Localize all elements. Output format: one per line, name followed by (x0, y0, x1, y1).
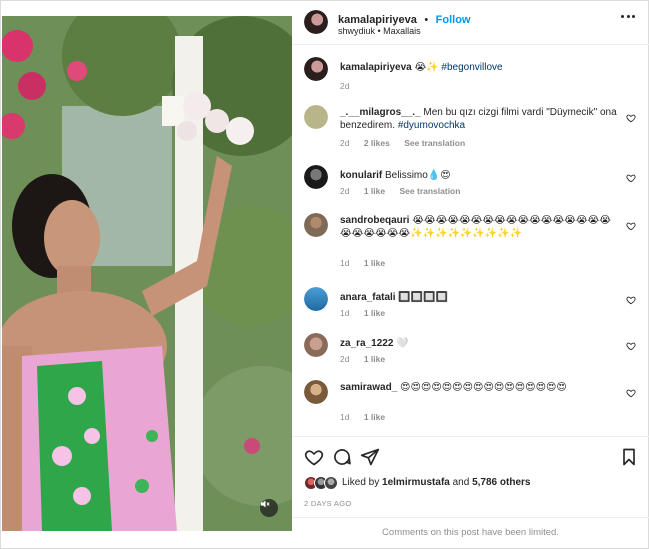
comment-avatar[interactable] (304, 333, 328, 357)
comment-likes[interactable]: 1 like (364, 308, 385, 318)
caption-time[interactable]: 2d (340, 81, 349, 91)
mute-button[interactable] (260, 499, 278, 517)
comment-username[interactable]: anara_fatali (340, 292, 396, 303)
comment-text: anara_fatali 🔲🔲🔲🔲 (340, 291, 622, 304)
liked-by-user[interactable]: 1elmirmustafa (382, 477, 450, 488)
comment-body: 😍😍😍😍😍😍😍😍😍😍😍😍😍😍😍😍 (400, 382, 567, 393)
comment-likes[interactable]: 1 like (364, 186, 385, 196)
comment-like-heart-icon[interactable] (626, 388, 636, 398)
comment-meta: 2d 1 like (340, 354, 397, 364)
comment-username[interactable]: konularif (340, 170, 382, 181)
comment-like-heart-icon[interactable] (626, 341, 636, 351)
post-header: kamalapiriyeva • Follow shwydiuk • Maxal… (292, 1, 649, 45)
likes-and-label: and (452, 477, 470, 488)
more-options-icon[interactable] (621, 15, 635, 21)
comment-like-heart-icon[interactable] (626, 221, 636, 231)
post-dialog: kamalapiriyeva • Follow shwydiuk • Maxal… (0, 0, 649, 549)
post-details-panel: kamalapiriyeva • Follow shwydiuk • Maxal… (292, 1, 649, 549)
comment-like-heart-icon[interactable] (626, 295, 636, 305)
comment-username[interactable]: za_ra_1222 (340, 338, 393, 349)
post-timestamp[interactable]: 2 DAYS AGO (304, 499, 351, 508)
caption-hashtag[interactable]: #begonvillove (441, 62, 502, 73)
like-heart-icon[interactable] (304, 447, 324, 467)
comment-meta: 1d 1 like (340, 412, 397, 422)
comment-avatar[interactable] (304, 165, 328, 189)
post-location[interactable]: shwydiuk • Maxallais (338, 26, 421, 36)
see-translation-link[interactable]: See translation (404, 138, 465, 148)
comment-time[interactable]: 2d (340, 186, 349, 196)
comment-meta: 1d 1 like (340, 308, 397, 318)
caption-text: kamalapiriyeva 😭✨ #begonvillove (340, 61, 622, 74)
comment-avatar[interactable] (304, 213, 328, 237)
likes-count[interactable]: 5,786 others (472, 477, 530, 488)
comment-text: _.__milagros__._ Men bu qızı cizgi filmi… (340, 106, 622, 132)
comment-item: sandrobeqauri 😭😭😭😭😭😭😭😭😭😭😭😭😭😭😭😭😭😭😭😭😭😭😭✨✨✨… (304, 213, 644, 273)
comment-like-heart-icon[interactable] (626, 113, 636, 123)
comment-likes[interactable]: 1 like (364, 412, 385, 422)
comment-bubble-icon[interactable] (332, 447, 352, 467)
speaker-muted-icon (261, 500, 270, 508)
comments-limited-notice: Comments on this post have been limited. (292, 517, 649, 549)
comment-item: anara_fatali 🔲🔲🔲🔲 1d 1 like (304, 287, 644, 327)
comment-time[interactable]: 2d (340, 138, 349, 148)
liked-by-label: Liked by (342, 477, 380, 488)
author-username[interactable]: kamalapiriyeva (338, 14, 417, 26)
comment-body: 🤍 (396, 338, 409, 349)
comment-text: sandrobeqauri 😭😭😭😭😭😭😭😭😭😭😭😭😭😭😭😭😭😭😭😭😭😭😭✨✨✨… (340, 214, 622, 240)
comment-item: za_ra_1222 🤍 2d 1 like (304, 333, 644, 373)
comment-item: konularif Belissimo💧😍 2d 1 like See tran… (304, 165, 644, 205)
comment-body: 🔲🔲🔲🔲 (398, 292, 449, 303)
comments-list: kamalapiriyeva 😭✨ #begonvillove 2d _.__m… (292, 45, 649, 435)
caption-emoji: 😭✨ (414, 62, 439, 73)
comment-username[interactable]: sandrobeqauri (340, 215, 409, 226)
post-video[interactable] (2, 16, 292, 531)
caption-avatar[interactable] (304, 57, 328, 81)
comment-text: za_ra_1222 🤍 (340, 337, 622, 350)
comment-likes[interactable]: 1 like (364, 258, 385, 268)
comment-username[interactable]: samirawad_ (340, 382, 397, 393)
comment-time[interactable]: 2d (340, 354, 349, 364)
comment-body: Belissimo💧😍 (385, 170, 451, 181)
comment-avatar[interactable] (304, 105, 328, 129)
author-avatar[interactable] (304, 10, 328, 34)
comment-meta: 2d 1 like See translation (340, 186, 472, 196)
comment-avatar[interactable] (304, 287, 328, 311)
liker-avatar[interactable] (324, 476, 338, 490)
likes-summary: Liked by 1elmirmustafa and 5,786 others (342, 477, 530, 488)
comment-meta: 1d 1 like (340, 258, 397, 268)
comment-username[interactable]: _.__milagros__._ (340, 107, 421, 118)
video-frame-illustration (2, 16, 292, 531)
caption-username[interactable]: kamalapiriyeva (340, 62, 412, 73)
comment-item: _.__milagros__._ Men bu qızı cizgi filmi… (304, 105, 644, 155)
follow-button[interactable]: Follow (436, 14, 471, 26)
comment-item: samirawad_ 😍😍😍😍😍😍😍😍😍😍😍😍😍😍😍😍 1d 1 like (304, 380, 644, 430)
caption-meta: 2d (340, 81, 361, 91)
comment-time[interactable]: 1d (340, 412, 349, 422)
comment-time[interactable]: 1d (340, 258, 349, 268)
comment-text: samirawad_ 😍😍😍😍😍😍😍😍😍😍😍😍😍😍😍😍 (340, 381, 622, 394)
comment-text: konularif Belissimo💧😍 (340, 169, 622, 182)
comment-likes[interactable]: 1 like (364, 354, 385, 364)
comment-like-heart-icon[interactable] (626, 173, 636, 183)
save-bookmark-icon[interactable] (619, 447, 639, 467)
comment-meta: 2d 2 likes See translation (340, 138, 477, 148)
header-separator: • (424, 14, 429, 26)
share-paper-plane-icon[interactable] (360, 447, 380, 467)
see-translation-link[interactable]: See translation (400, 186, 461, 196)
comment-time[interactable]: 1d (340, 308, 349, 318)
caption: kamalapiriyeva 😭✨ #begonvillove 2d (304, 57, 644, 97)
comment-likes[interactable]: 2 likes (364, 138, 390, 148)
comment-avatar[interactable] (304, 380, 328, 404)
comment-hashtag[interactable]: #dyumovochka (398, 120, 465, 131)
